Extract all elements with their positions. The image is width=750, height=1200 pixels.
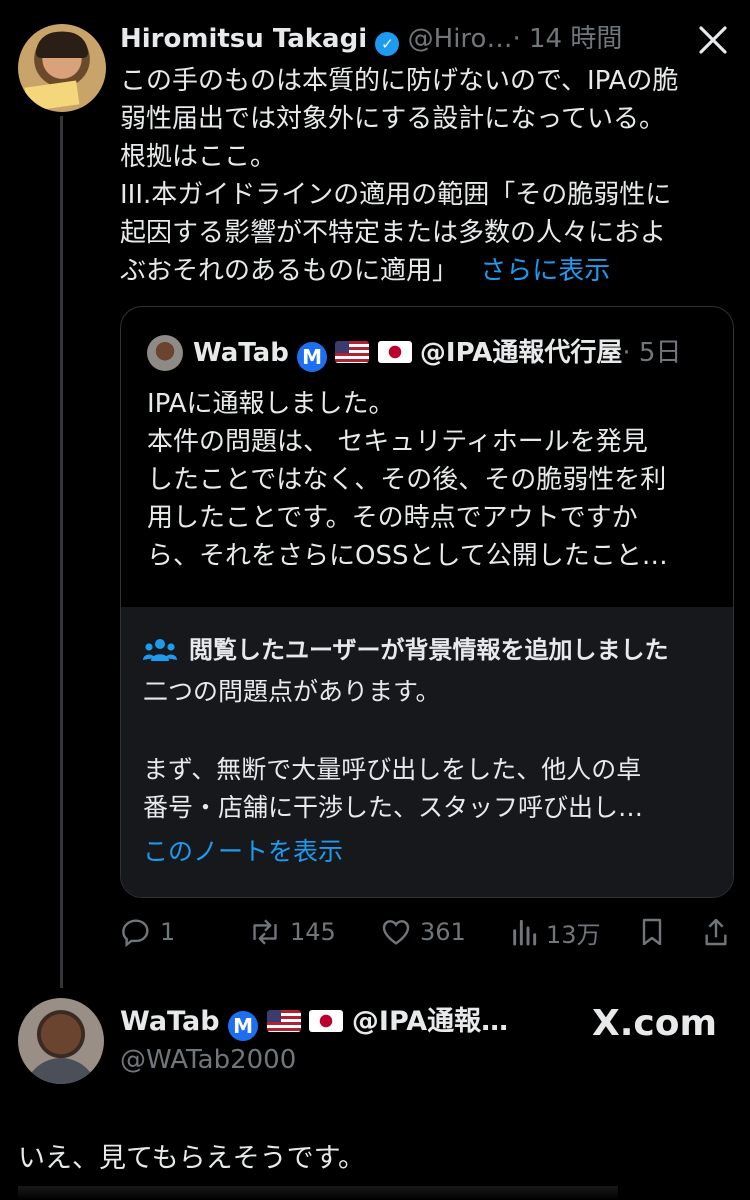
views-icon [513,919,537,946]
xcom-brand: X.com [592,1003,718,1044]
tweet-body: この手のものは本質的に防げないので、IPAの脆 弱性届出では対象外にする設計にな… [120,62,730,290]
m-badge-icon: M [228,1011,259,1041]
views-button[interactable]: 13万 [510,914,601,950]
repost-button[interactable]: 145 [248,914,336,950]
quoted-tweet-card[interactable]: WaTab M @IPA通報代行屋· 5日 IPAに通報しました。 本件の問題は… [120,306,734,898]
like-count: 361 [420,918,466,946]
thread-connector-line [60,116,63,988]
reply-author-avatar[interactable] [18,998,104,1084]
reply-count: 1 [160,918,176,946]
jp-flag-icon [377,341,412,363]
cut-off-text [18,1186,618,1200]
views-count: 13万 [546,920,601,949]
quoted-line: IPAに通報しました。 [147,389,395,419]
verified-badge-icon: ✓ [375,32,400,56]
tweet-line: この手のものは本質的に防げないので、IPAの脆 [120,66,679,96]
quoted-header: WaTab M @IPA通報代行屋· 5日 [193,335,681,372]
share-icon [705,918,727,946]
quoted-author-handle: @IPA通報代行屋 [419,338,623,368]
quoted-author-name: WaTab [193,338,289,368]
community-note: 閲覧したユーザーが背景情報を追加しました 二つの問題点があります。 まず、無断で… [121,607,733,897]
author-handle[interactable]: @Hiro… [408,24,513,54]
like-icon [382,920,410,945]
us-flag-icon [335,341,370,363]
avatar-hair [36,32,88,58]
reply-body: いえ、見てもらえそうです。 [18,1143,365,1174]
reply-author-name[interactable]: WaTab [120,1006,220,1037]
show-more-link[interactable]: さらに表示 [480,256,610,286]
quoted-time: · 5日 [622,338,682,368]
note-line: 番号・店舗に干渉した、スタッフ呼び出し… [143,793,644,822]
repost-count: 145 [290,918,336,946]
reply-header: WaTab M @IPA通報… [120,1004,508,1041]
quoted-body: IPAに通報しました。 本件の問題は、 セキュリティホールを発見 したことではな… [147,385,727,575]
like-button[interactable]: 361 [380,914,466,950]
reply-icon [122,919,149,948]
jp-flag-icon [309,1010,344,1032]
note-line: まず、無断で大量呼び出しをした、他人の卓 [143,755,642,784]
share-button[interactable] [702,914,730,950]
tweet-time[interactable]: · 14 時間 [512,24,622,54]
quoted-line: 用したことです。その時点でアウトですか [147,503,638,533]
author-name[interactable]: Hiromitsu Takagi [120,24,367,54]
repost-icon [253,919,277,945]
reply-button[interactable]: 1 [120,914,175,950]
tweet-line: III.本ガイドラインの適用の範囲「その脆弱性に [120,180,672,210]
tweet-line: 弱性届出では対象外にする設計になっている。 [120,104,665,134]
bookmark-icon [642,918,662,946]
avatar-shoulders [24,1058,98,1084]
bookmark-button[interactable] [638,914,666,950]
tweet-line: 根拠はここ。 [120,142,277,172]
tweet-line: 起因する影響が不特定または多数の人々におよ [120,218,667,248]
quoted-line: ら、それをさらにOSSとして公開したこと… [147,541,668,571]
x-logo-icon[interactable] [697,24,729,56]
show-note-link[interactable]: このノートを表示 [143,833,343,871]
us-flag-icon [266,1010,301,1032]
quoted-line: したことではなく、その後、その脆弱性を利 [147,465,667,495]
tweet-header: Hiromitsu Takagi ✓ @Hiro…· 14 時間 [120,22,622,56]
author-avatar[interactable] [18,24,106,112]
community-notes-icon [143,637,177,663]
note-title: 閲覧したユーザーが背景情報を追加しました [189,636,669,664]
quoted-line: 本件の問題は、 セキュリティホールを発見 [147,427,648,457]
note-line: 二つの問題点があります。 [143,677,441,706]
avatar-sign [24,80,80,112]
tweet-line-text: ぶおそれのあるものに適用」 [120,256,459,286]
m-badge-icon: M [297,342,328,372]
reply-username[interactable]: @WATab2000 [120,1042,296,1078]
quoted-author-avatar [147,335,183,371]
tweet-line-last: ぶおそれのあるものに適用」 さらに表示 [120,252,730,290]
reply-author-handle[interactable]: @IPA通報… [352,1006,508,1037]
